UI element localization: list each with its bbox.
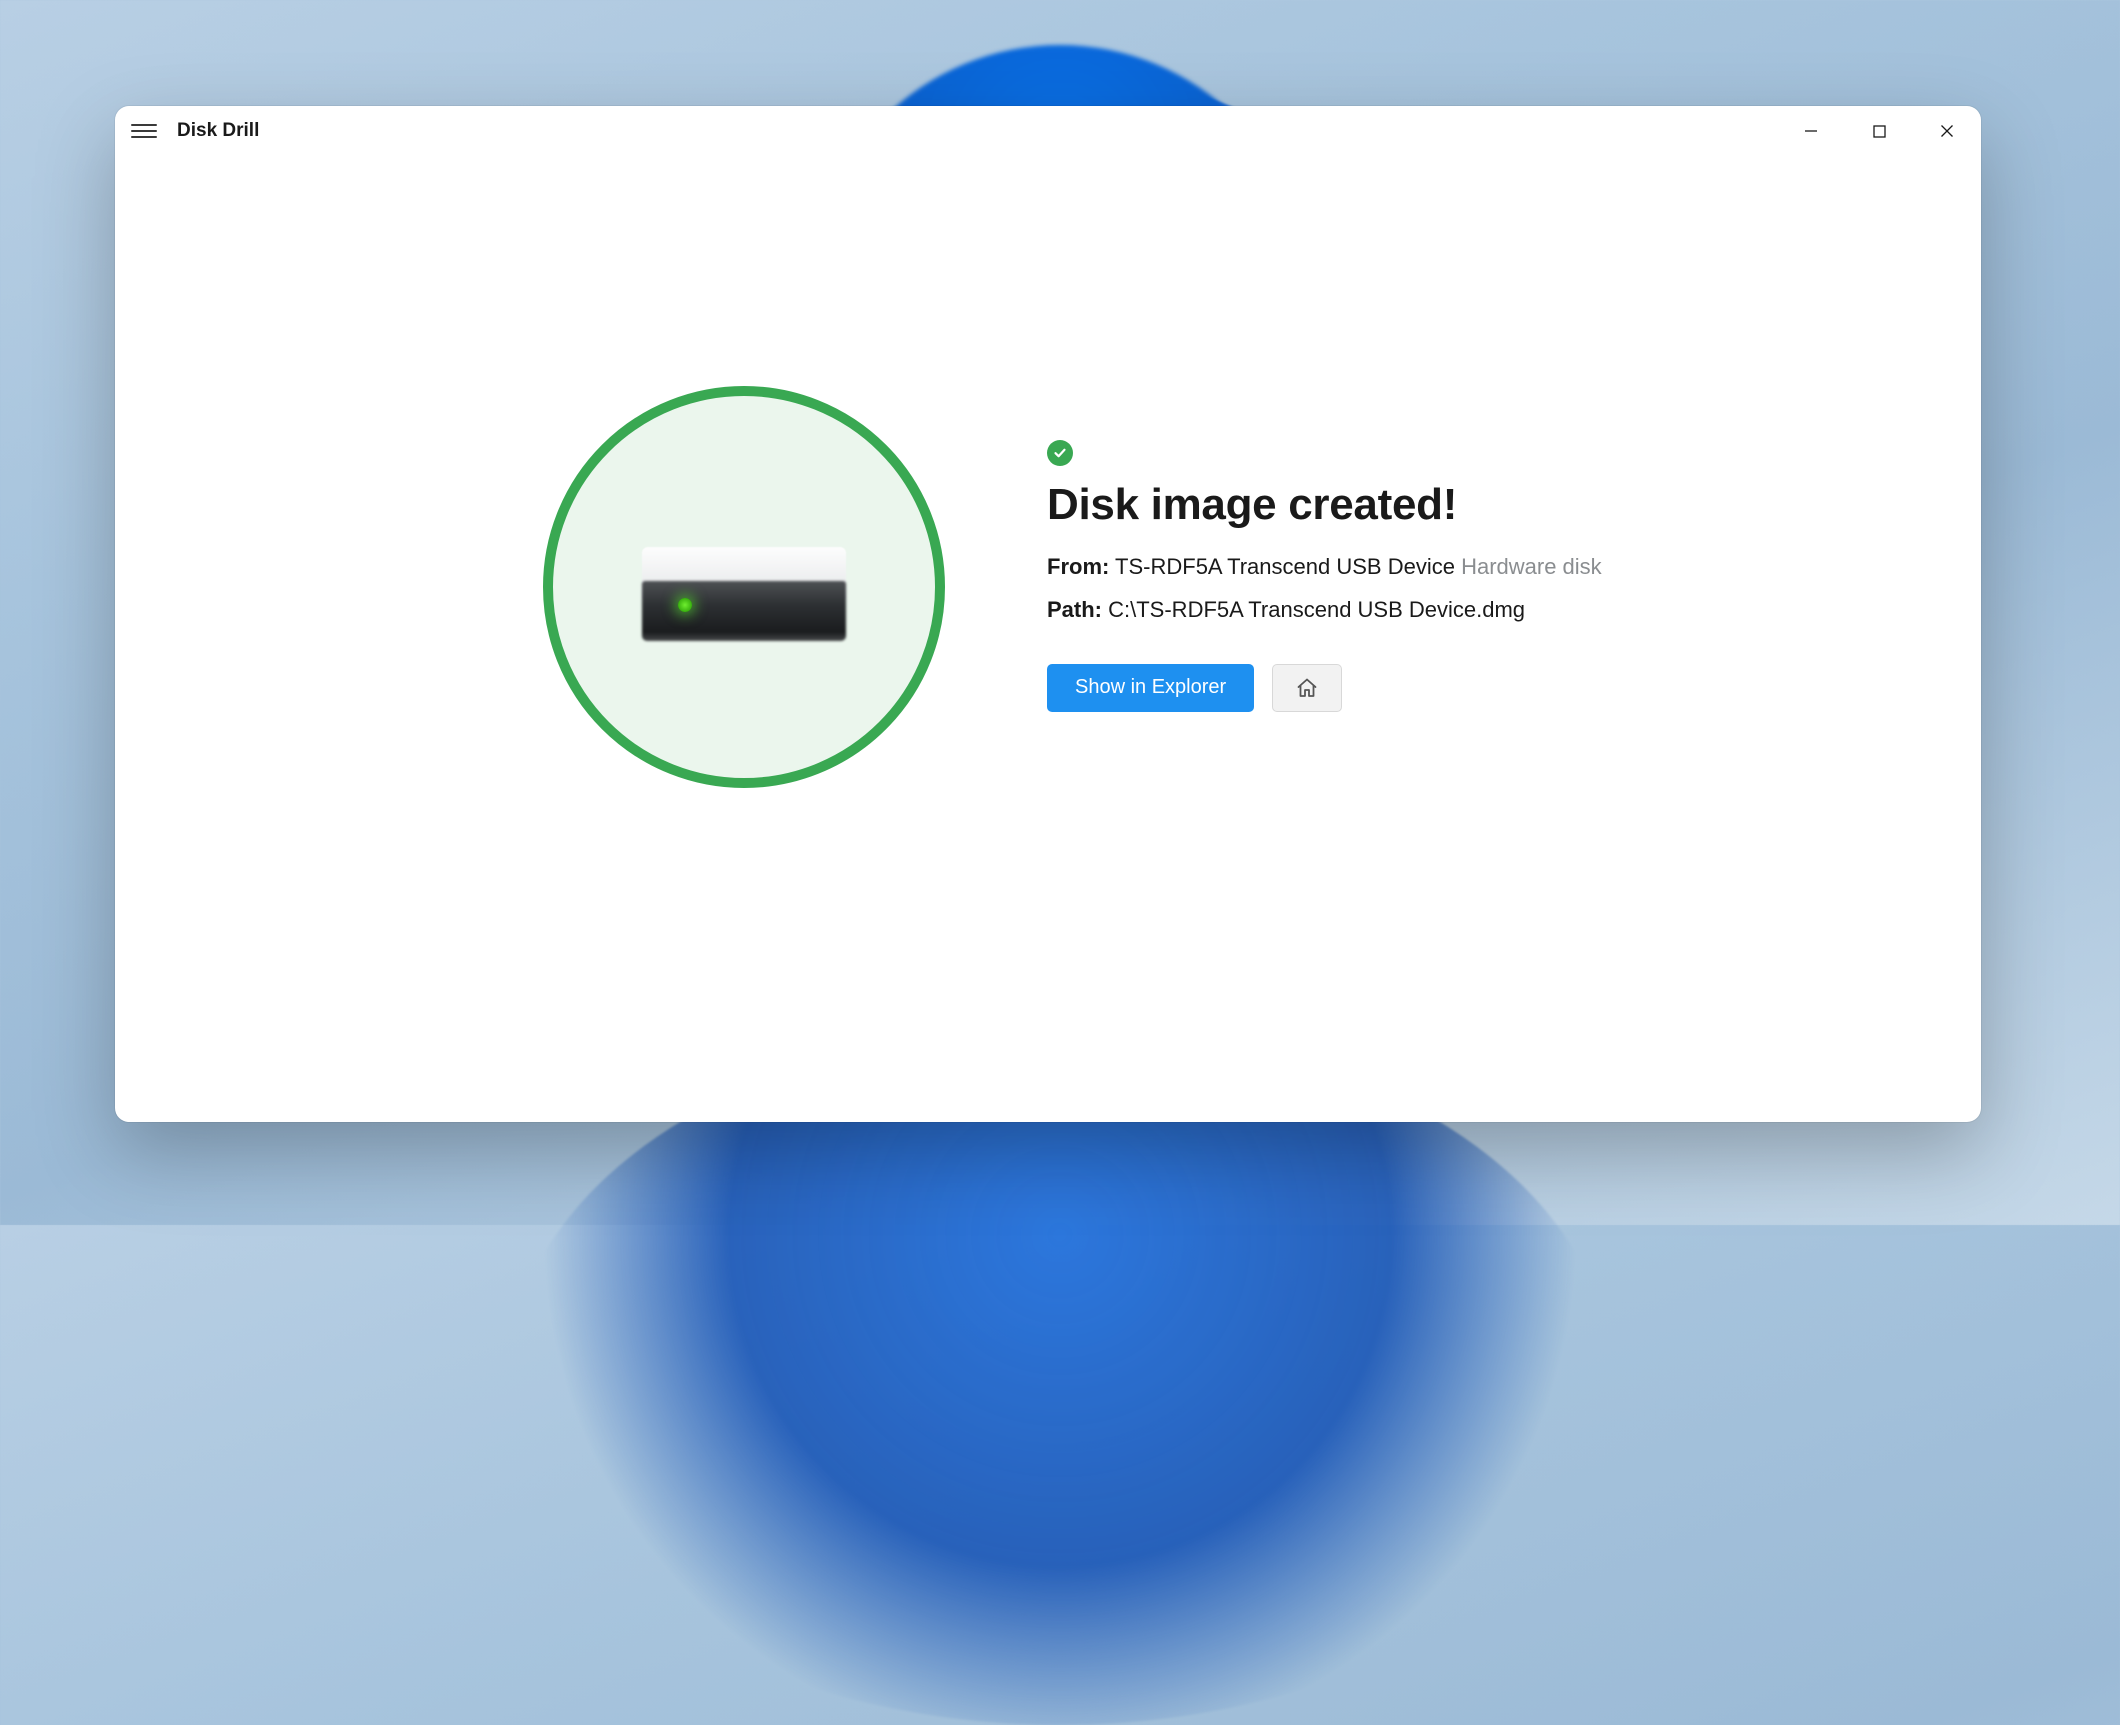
home-button[interactable] (1272, 664, 1342, 712)
path-value: C:\TS-RDF5A Transcend USB Device.dmg (1108, 597, 1525, 622)
titlebar: Disk Drill (115, 106, 1981, 156)
from-label: From: (1047, 554, 1109, 579)
action-row: Show in Explorer (1047, 664, 1602, 712)
maximize-button[interactable] (1845, 106, 1913, 156)
menu-button[interactable] (129, 116, 159, 146)
maximize-icon (1873, 125, 1886, 138)
close-icon (1940, 124, 1954, 138)
app-window: Disk Drill (115, 106, 1981, 1122)
show-in-explorer-button[interactable]: Show in Explorer (1047, 664, 1254, 712)
result-headline: Disk image created! (1047, 480, 1602, 530)
content-area: Disk image created! From: TS-RDF5A Trans… (115, 156, 1981, 1122)
result-details: Disk image created! From: TS-RDF5A Trans… (1047, 386, 1602, 712)
success-illustration (543, 386, 945, 788)
home-icon (1295, 676, 1319, 700)
minimize-button[interactable] (1777, 106, 1845, 156)
from-value: TS-RDF5A Transcend USB Device (1115, 554, 1455, 579)
from-type: Hardware disk (1461, 554, 1602, 579)
app-title: Disk Drill (177, 120, 259, 142)
path-line: Path: C:\TS-RDF5A Transcend USB Device.d… (1047, 595, 1602, 626)
close-button[interactable] (1913, 106, 1981, 156)
hard-drive-icon (642, 547, 846, 647)
window-controls (1777, 106, 1981, 156)
minimize-icon (1804, 124, 1818, 138)
from-line: From: TS-RDF5A Transcend USB Device Hard… (1047, 552, 1602, 583)
path-label: Path: (1047, 597, 1102, 622)
success-check-icon (1047, 440, 1073, 466)
